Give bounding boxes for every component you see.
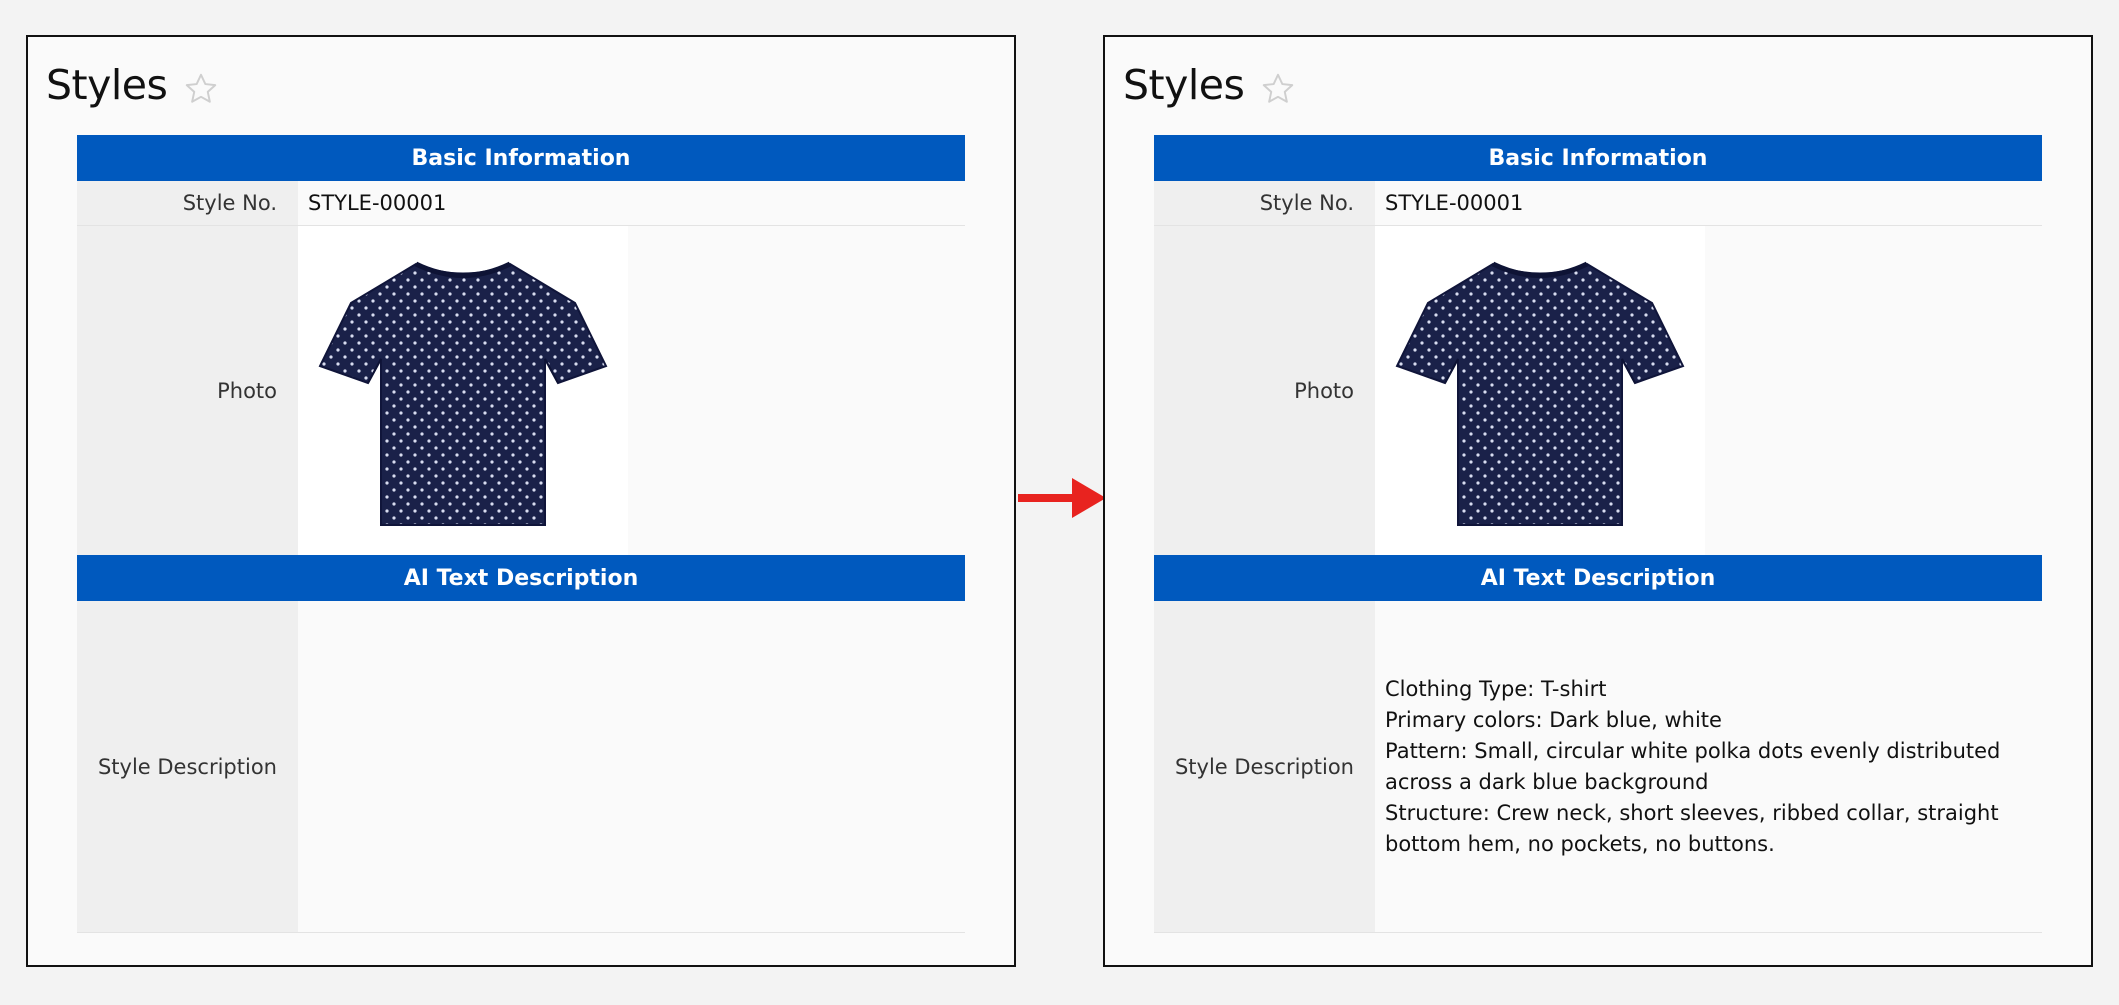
field-value-style-no[interactable]: STYLE-00001 — [298, 181, 965, 225]
section-header-ai-text-description: AI Text Description — [77, 555, 965, 601]
style-form: Basic Information Style No. STYLE-00001 … — [77, 135, 965, 933]
field-value-style-description[interactable]: Clothing Type: T-shirt Primary colors: D… — [1375, 601, 2042, 932]
tshirt-photo[interactable] — [1375, 226, 1705, 555]
styles-panel-before: Styles Basic Information Style No. STYLE… — [26, 35, 1016, 967]
styles-panel-after: Styles Basic Information Style No. STYLE… — [1103, 35, 2093, 967]
field-row-style-no: Style No. STYLE-00001 — [77, 181, 965, 226]
field-row-style-description: Style Description — [77, 601, 965, 933]
section-header-basic-information: Basic Information — [1154, 135, 2042, 181]
field-value-photo — [298, 226, 965, 555]
field-label-style-description: Style Description — [77, 601, 298, 932]
field-value-style-no[interactable]: STYLE-00001 — [1375, 181, 2042, 225]
field-row-style-no: Style No. STYLE-00001 — [1154, 181, 2042, 226]
star-outline-icon[interactable] — [183, 71, 219, 107]
section-header-basic-information: Basic Information — [77, 135, 965, 181]
field-value-style-description[interactable] — [298, 601, 965, 932]
star-outline-icon[interactable] — [1260, 71, 1296, 107]
field-label-style-description: Style Description — [1154, 601, 1375, 932]
tshirt-image — [1395, 261, 1685, 526]
field-label-style-no: Style No. — [77, 181, 298, 225]
field-row-photo: Photo — [77, 226, 965, 555]
section-header-ai-text-description: AI Text Description — [1154, 555, 2042, 601]
field-label-style-no: Style No. — [1154, 181, 1375, 225]
style-form: Basic Information Style No. STYLE-00001 … — [1154, 135, 2042, 933]
field-label-photo: Photo — [1154, 226, 1375, 555]
field-value-photo — [1375, 226, 2042, 555]
field-label-photo: Photo — [77, 226, 298, 555]
page-header: Styles — [1123, 61, 1296, 109]
page-title: Styles — [46, 61, 168, 109]
page-header: Styles — [46, 61, 219, 109]
tshirt-photo[interactable] — [298, 226, 628, 555]
field-row-photo: Photo — [1154, 226, 2042, 555]
page-title: Styles — [1123, 61, 1245, 109]
field-row-style-description: Style Description Clothing Type: T-shirt… — [1154, 601, 2042, 933]
tshirt-image — [318, 261, 608, 526]
right-arrow-icon — [1018, 478, 1106, 518]
style-description-text: Clothing Type: T-shirt Primary colors: D… — [1385, 676, 2001, 856]
